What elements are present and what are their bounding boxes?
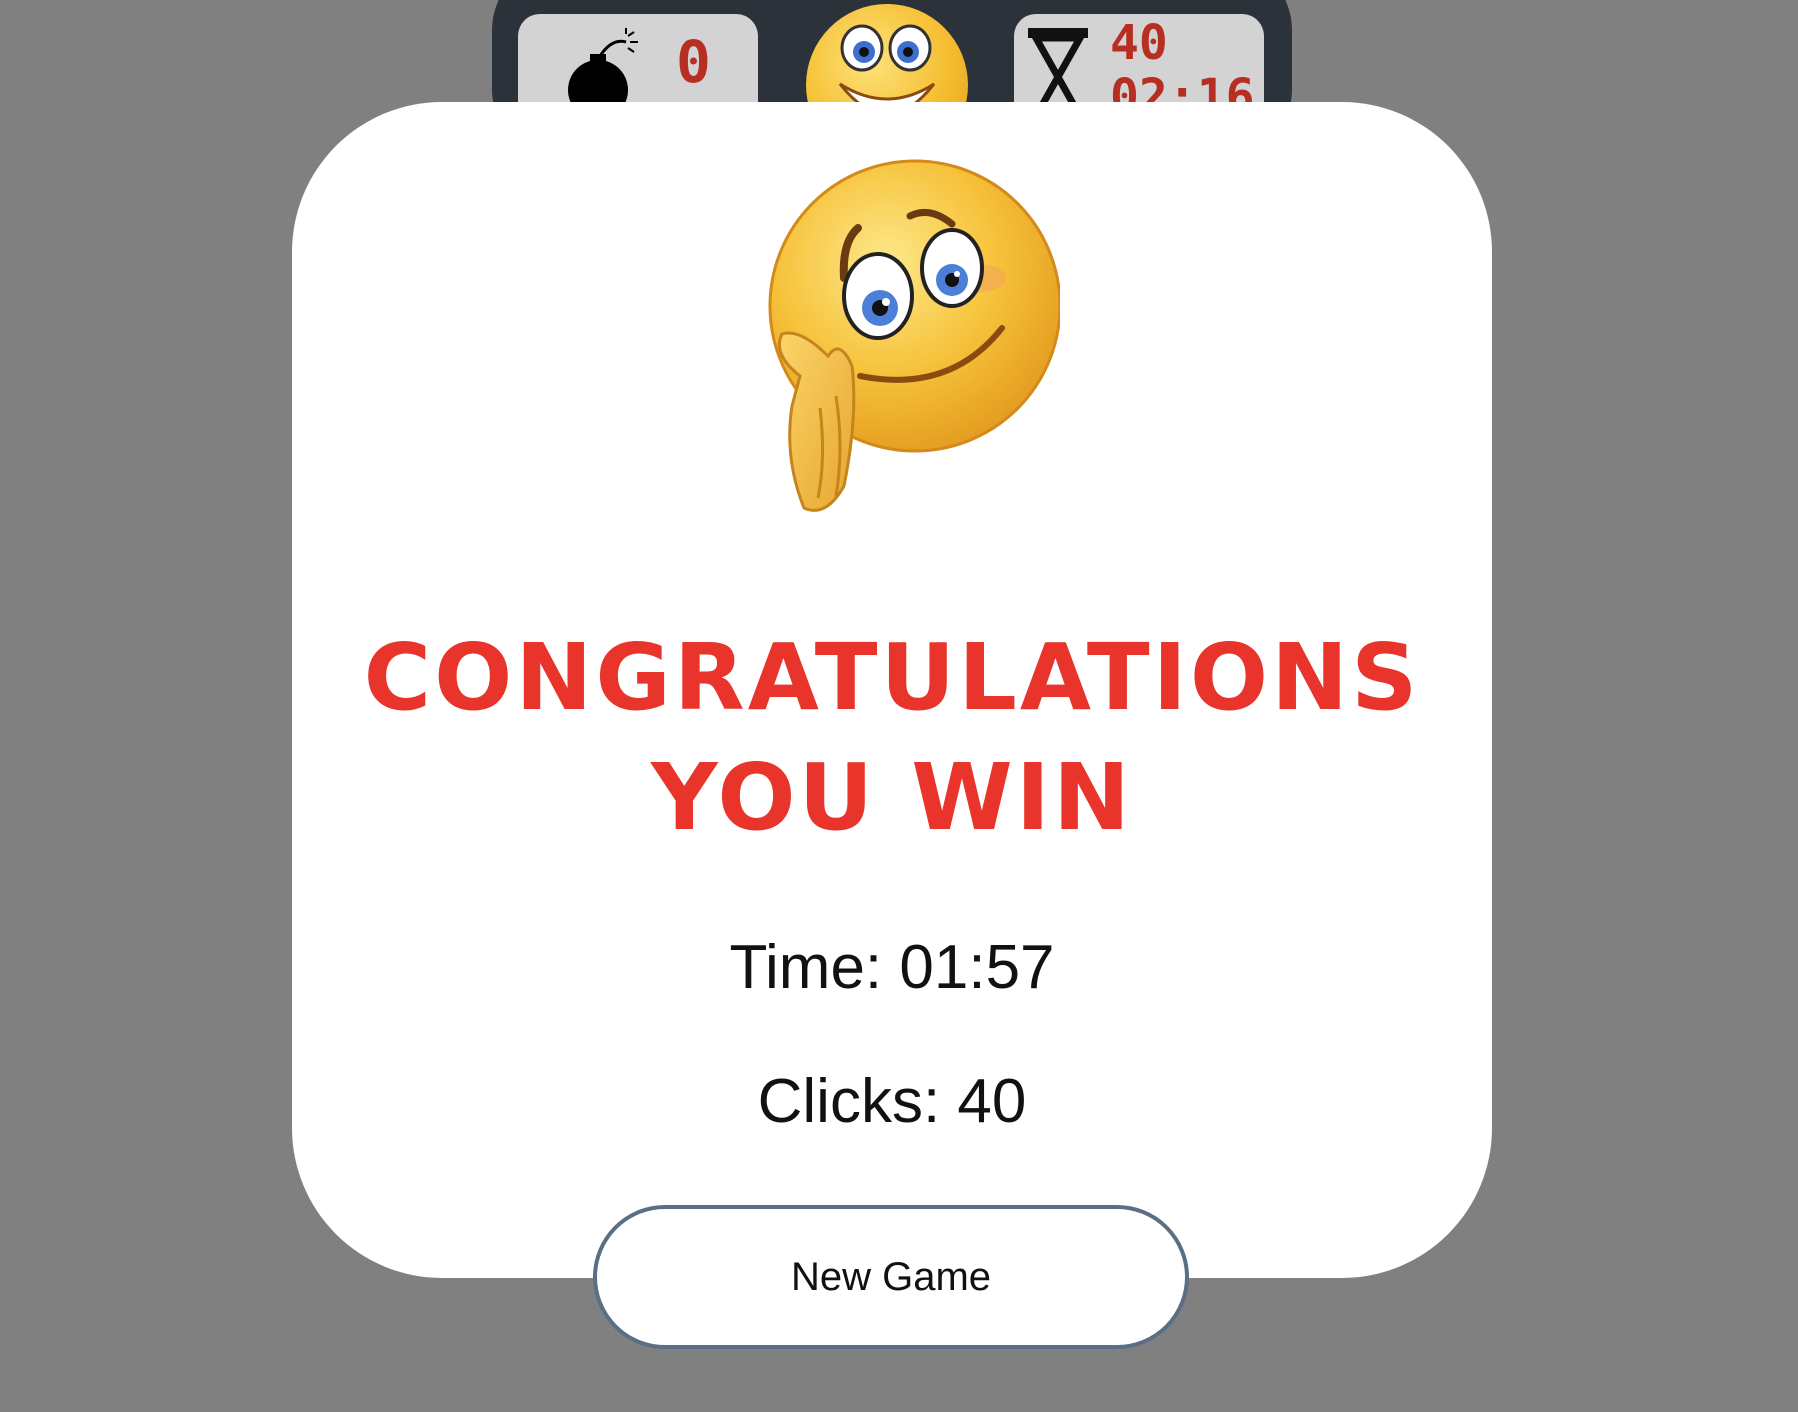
win-title-line2: YOU WIN [651, 744, 1133, 851]
mine-counter: 0 [676, 28, 713, 96]
click-counter: 40 [1110, 15, 1168, 71]
win-modal: CONGRATULATIONS YOU WIN Time: 01:57 Clic… [292, 102, 1492, 1278]
win-title-line1: CONGRATULATIONS [363, 624, 1421, 731]
clicks-result: Clicks: 40 [757, 1067, 1027, 1136]
new-game-button[interactable]: New Game [593, 1205, 1189, 1349]
smiley-blowing-kiss-icon [768, 159, 1060, 512]
time-result: Time: 01:57 [729, 933, 1055, 1002]
